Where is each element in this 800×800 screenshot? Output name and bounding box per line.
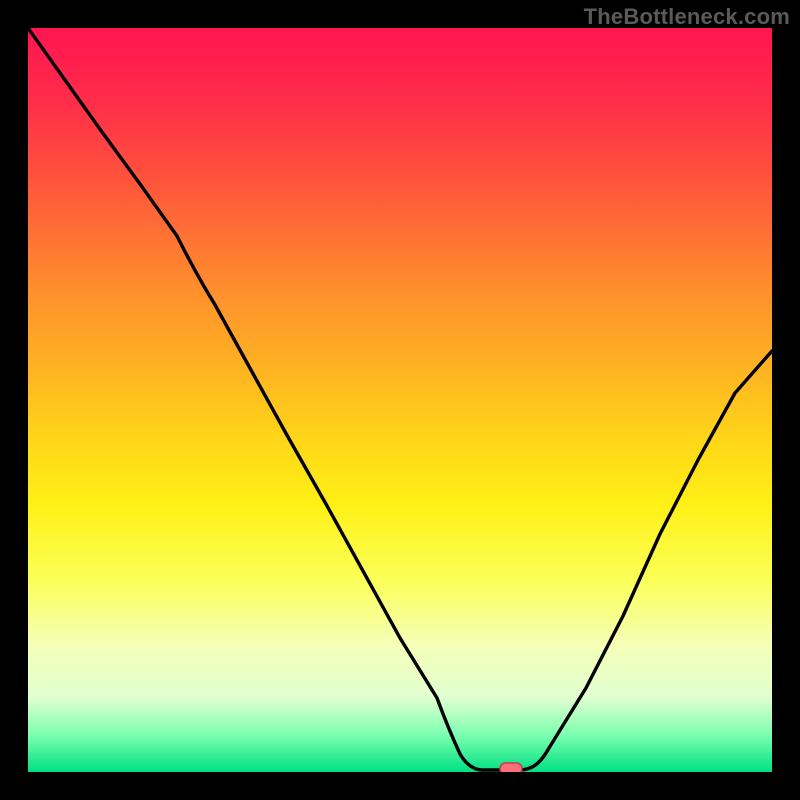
- min-marker: [500, 763, 522, 772]
- watermark-text: TheBottleneck.com: [584, 4, 790, 30]
- plot-area: [28, 28, 772, 772]
- chart-container: TheBottleneck.com: [0, 0, 800, 800]
- curve-layer: [28, 28, 772, 772]
- bottleneck-curve: [28, 28, 772, 770]
